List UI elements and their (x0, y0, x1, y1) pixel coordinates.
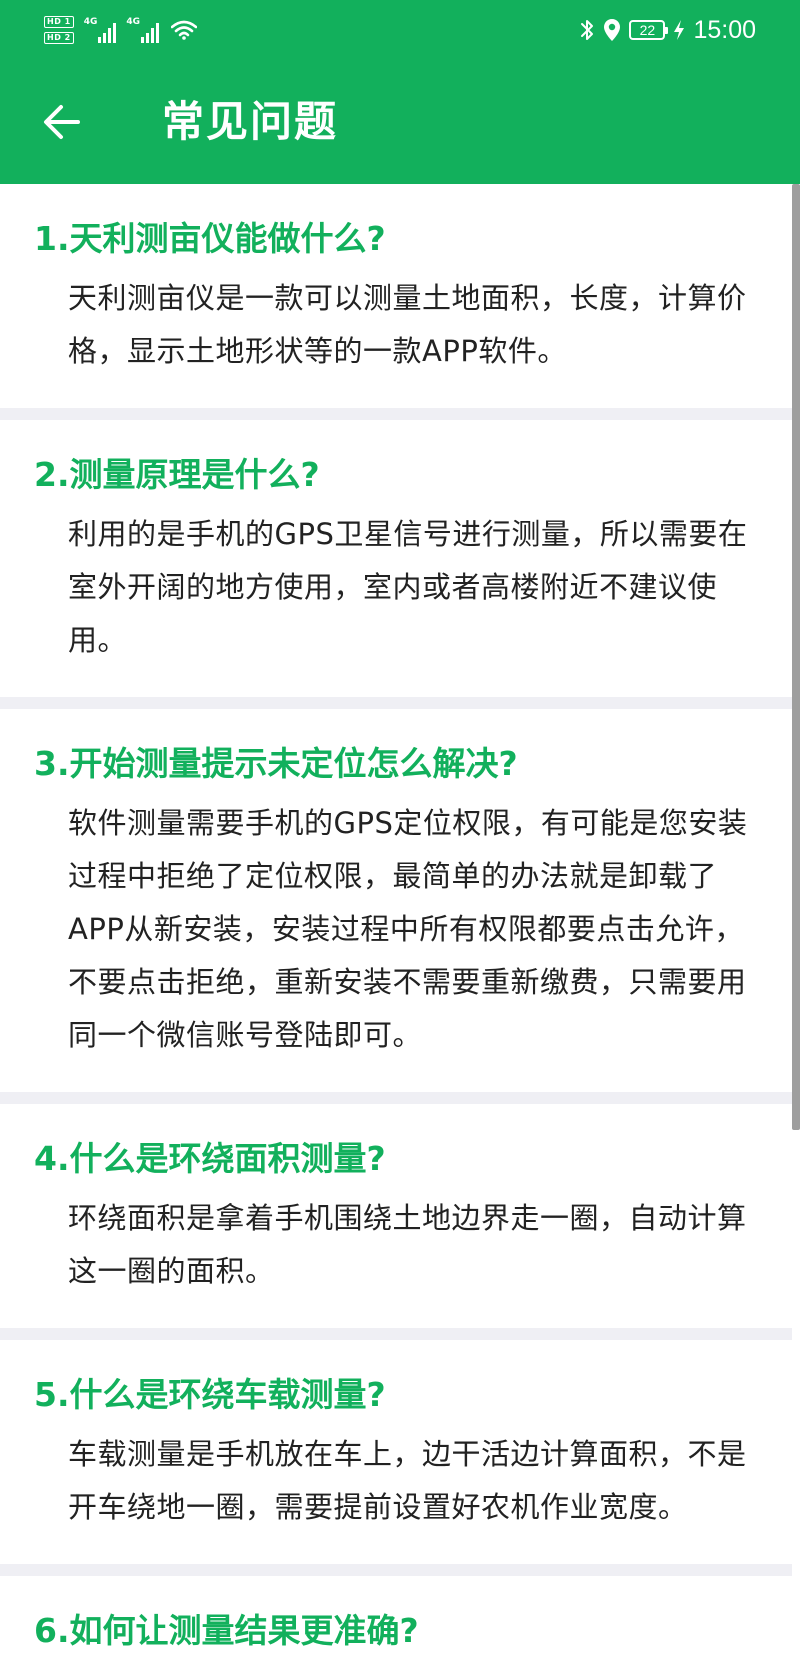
status-time: 15:00 (693, 15, 756, 44)
app-bar: 常见问题 (0, 60, 800, 184)
sim2-hd-badge: HD 2 (44, 32, 74, 44)
signal-bars-icon (98, 21, 117, 43)
faq-question: 6.如何让测量结果更准确? (34, 1611, 419, 1650)
faq-question: 4.什么是环绕面积测量? (34, 1139, 386, 1178)
back-button[interactable] (30, 98, 94, 146)
scrollbar[interactable] (792, 184, 800, 1130)
sim-indicators: HD 1 HD 2 (44, 16, 74, 44)
wifi-icon (171, 20, 197, 40)
status-bar-right: 22 15:00 (579, 8, 756, 52)
faq-item: 2.测量原理是什么? 利用的是手机的GPS卫星信号进行测量，所以需要在室外开阔的… (0, 420, 792, 697)
faq-answer: 软件测量需要手机的GPS定位权限，有可能是您安装过程中拒绝了定位权限，最简单的办… (68, 806, 748, 1052)
network-type-label: 4G (126, 17, 140, 27)
signal-strength-sim1: 4G (84, 17, 117, 43)
faq-list[interactable]: 1.天利测亩仪能做什么? 天利测亩仪是一款可以测量土地面积，长度，计算价格，显示… (0, 184, 792, 1663)
faq-answer: 利用的是手机的GPS卫星信号进行测量，所以需要在室外开阔的地方使用，室内或者高楼… (68, 517, 748, 657)
faq-question: 3.开始测量提示未定位怎么解决? (34, 744, 518, 783)
faq-item: 5.什么是环绕车载测量? 车载测量是手机放在车上，边干活边计算面积，不是开车绕地… (0, 1340, 792, 1564)
signal-strength-sim2: 4G (126, 17, 159, 43)
battery-icon: 22 (629, 20, 669, 40)
status-bar: HD 1 HD 2 4G 4G 22 15:00 (0, 0, 800, 60)
faq-item: 6.如何让测量结果更准确? (0, 1576, 792, 1663)
location-icon (604, 19, 621, 41)
faq-item: 3.开始测量提示未定位怎么解决? 软件测量需要手机的GPS定位权限，有可能是您安… (0, 709, 792, 1092)
faq-item: 4.什么是环绕面积测量? 环绕面积是拿着手机围绕土地边界走一圈，自动计算这一圈的… (0, 1104, 792, 1328)
faq-item: 1.天利测亩仪能做什么? 天利测亩仪是一款可以测量土地面积，长度，计算价格，显示… (0, 184, 792, 408)
faq-question: 2.测量原理是什么? (34, 455, 320, 494)
page-title: 常见问题 (162, 97, 339, 146)
battery-level: 22 (639, 22, 656, 38)
faq-answer: 环绕面积是拿着手机围绕土地边界走一圈，自动计算这一圈的面积。 (68, 1201, 747, 1288)
bluetooth-icon (581, 20, 594, 40)
signal-bars-icon (141, 21, 159, 43)
arrow-left-icon (44, 105, 80, 139)
network-type-label: 4G (83, 17, 98, 27)
status-bar-left: HD 1 HD 2 4G 4G (44, 8, 197, 52)
faq-answer: 天利测亩仪是一款可以测量土地面积，长度，计算价格，显示土地形状等的一款APP软件… (68, 281, 747, 368)
faq-question: 1.天利测亩仪能做什么? (34, 219, 386, 258)
faq-question: 5.什么是环绕车载测量? (34, 1375, 386, 1414)
charging-bolt-icon (674, 20, 685, 40)
faq-answer: 车载测量是手机放在车上，边干活边计算面积，不是开车绕地一圈，需要提前设置好农机作… (68, 1437, 747, 1524)
sim1-hd-badge: HD 1 (44, 16, 74, 28)
